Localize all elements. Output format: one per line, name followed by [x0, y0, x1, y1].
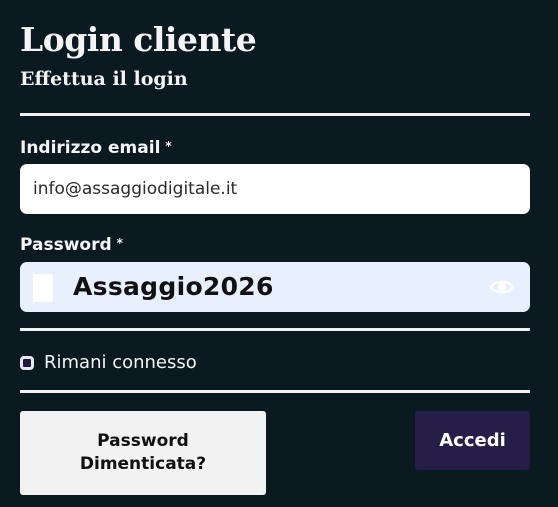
remember-me-row[interactable]: Rimani connesso	[20, 350, 197, 376]
password-label-text: Password	[20, 235, 112, 255]
page-subtitle: Effettua il login	[20, 68, 188, 90]
divider-middle	[20, 328, 530, 331]
forgot-password-button[interactable]: Password Dimenticata?	[20, 411, 266, 495]
password-cursor-area	[33, 274, 53, 302]
login-button[interactable]: Accedi	[415, 411, 530, 470]
remember-me-checkbox[interactable]	[20, 356, 34, 370]
password-label: Password *	[20, 234, 123, 257]
password-field[interactable]: Assaggio2026	[20, 262, 530, 312]
email-input[interactable]	[20, 164, 530, 214]
email-label-text: Indirizzo email	[20, 138, 161, 158]
email-label: Indirizzo email *	[20, 137, 172, 160]
email-field[interactable]	[20, 164, 530, 214]
email-required-mark: *	[165, 139, 172, 153]
forgot-password-label: Password Dimenticata?	[79, 431, 207, 474]
password-required-mark: *	[116, 236, 123, 250]
eye-icon[interactable]	[489, 276, 515, 298]
password-value[interactable]: Assaggio2026	[73, 271, 274, 303]
page-title: Login cliente	[20, 20, 257, 59]
divider-top	[20, 113, 530, 116]
divider-bottom	[20, 390, 530, 393]
remember-me-label: Rimani connesso	[44, 352, 197, 373]
